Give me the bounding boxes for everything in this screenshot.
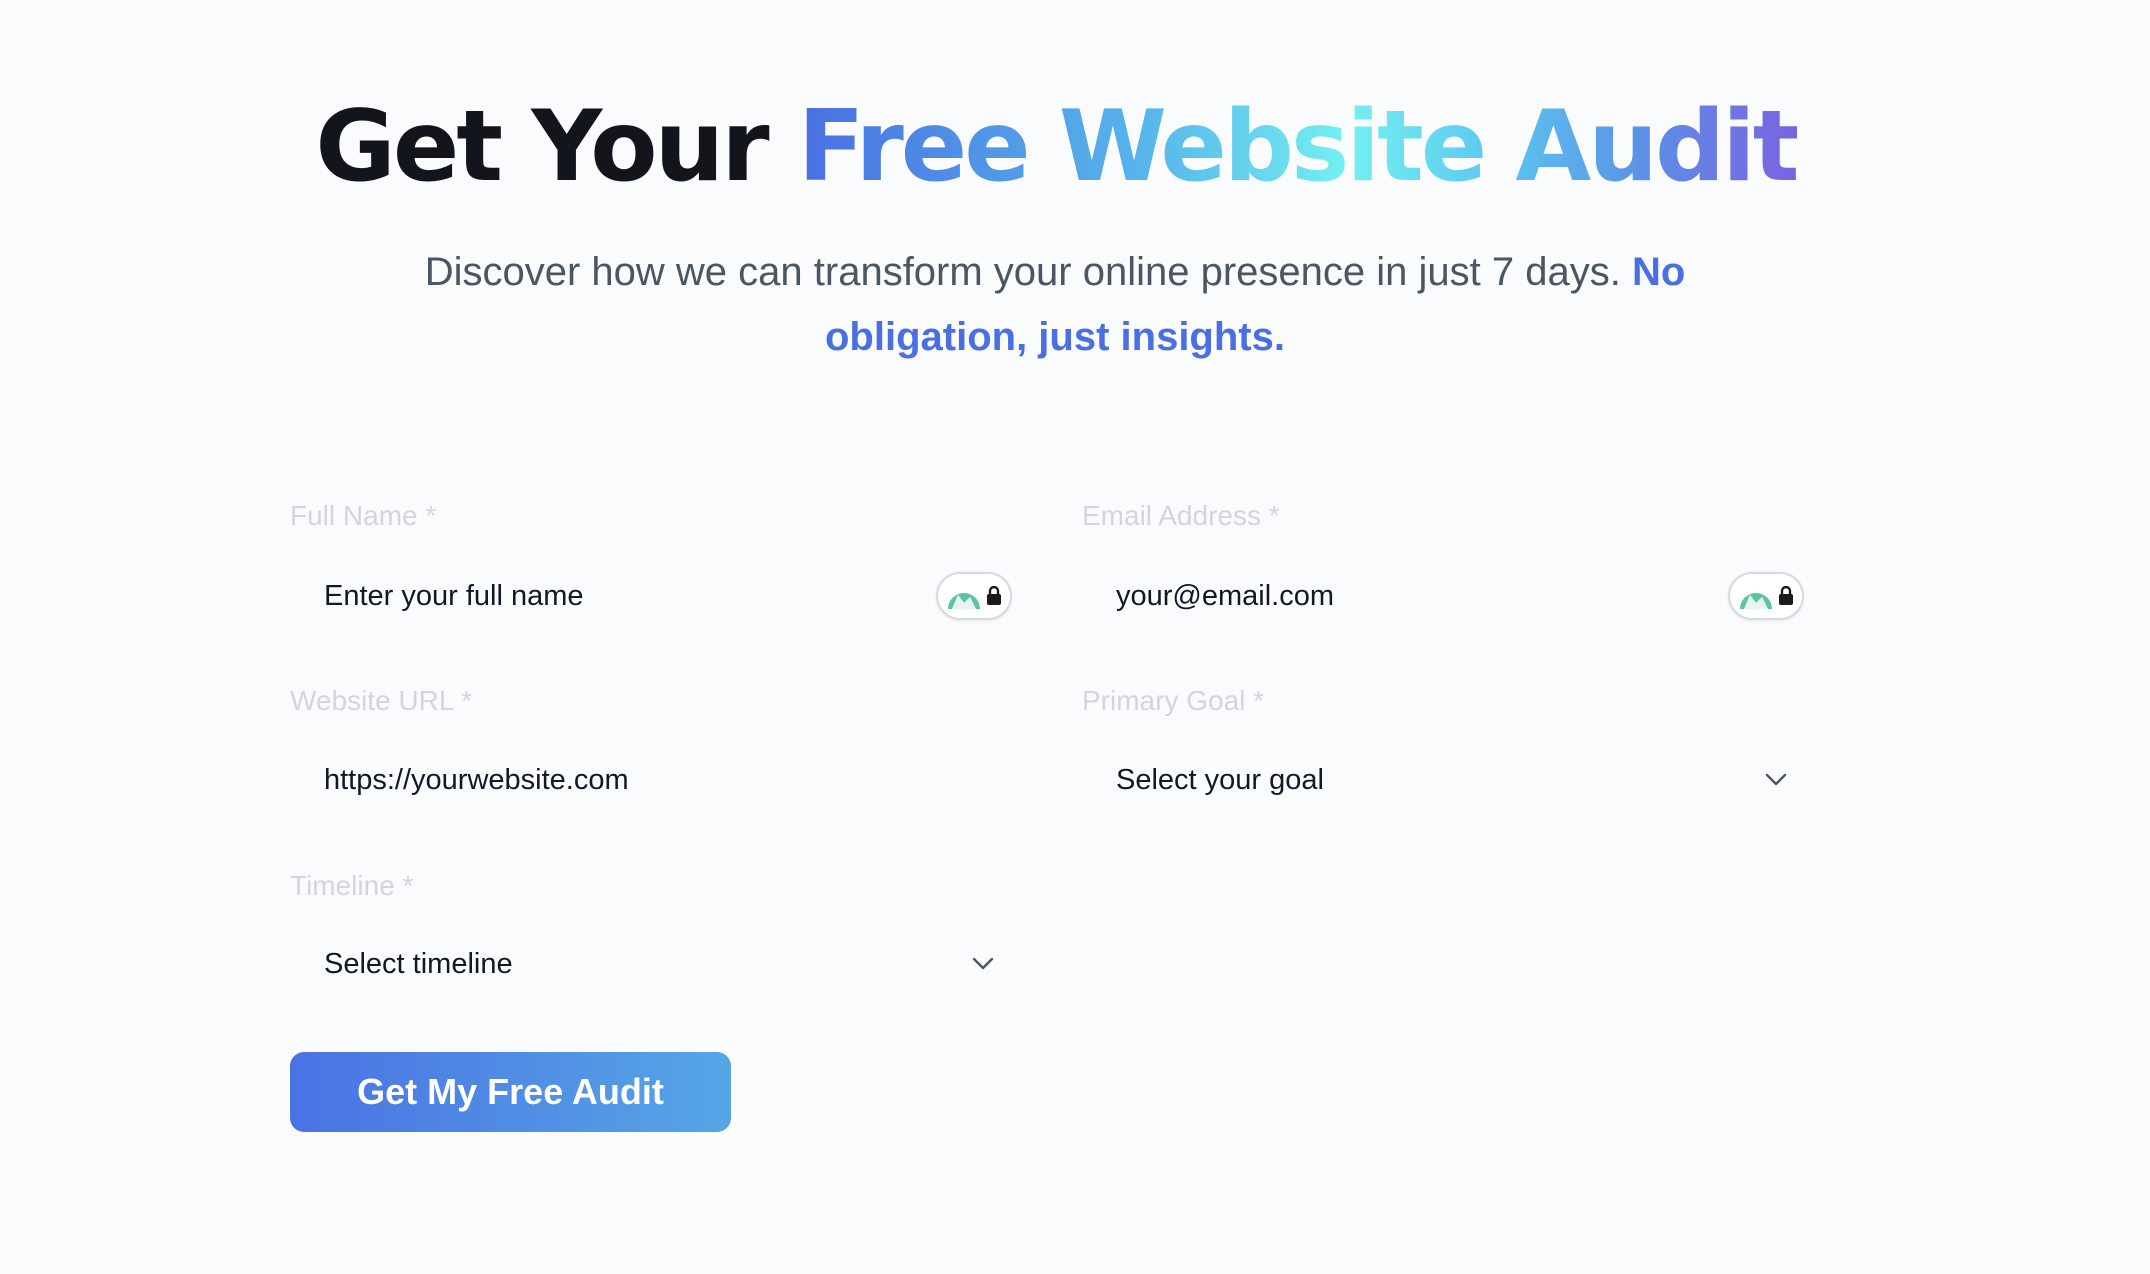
timeline-select[interactable]: Select timeline [290, 928, 1014, 1000]
primary-goal-value: Select your goal [1116, 763, 1324, 796]
password-manager-icon[interactable] [936, 572, 1012, 620]
primary-goal-select[interactable]: Select your goal [1082, 744, 1806, 816]
subtitle-text: Discover how we can transform your onlin… [424, 250, 1632, 294]
audit-page: Get Your Free Website Audit Discover how… [0, 0, 2150, 1274]
full-name-label: Full Name * [290, 500, 437, 531]
full-name-placeholder: Enter your full name [324, 579, 584, 612]
submit-audit-button[interactable]: Get My Free Audit [290, 1052, 731, 1132]
title-gradient-part: Free Website Audit [797, 90, 1800, 204]
timeline-value: Select timeline [324, 947, 513, 980]
email-label: Email Address * [1082, 500, 1280, 531]
password-manager-icon[interactable] [1728, 572, 1804, 620]
chevron-down-icon[interactable] [970, 951, 996, 977]
website-url-input[interactable]: https://yourwebsite.com [290, 744, 1014, 816]
email-placeholder: your@email.com [1116, 579, 1334, 612]
website-url-placeholder: https://yourwebsite.com [324, 763, 629, 796]
submit-audit-label: Get My Free Audit [357, 1071, 664, 1112]
page-title: Get Your Free Website Audit [0, 82, 2112, 212]
chevron-down-icon[interactable] [1763, 767, 1789, 793]
page-subtitle: Discover how we can transform your onlin… [360, 240, 1750, 370]
full-name-input[interactable]: Enter your full name [290, 560, 1014, 632]
website-url-label: Website URL * [290, 685, 473, 716]
title-dark-part: Get Your [315, 90, 798, 204]
primary-goal-label: Primary Goal * [1082, 685, 1265, 716]
timeline-label: Timeline * [290, 870, 414, 901]
email-input[interactable]: your@email.com [1082, 560, 1806, 632]
